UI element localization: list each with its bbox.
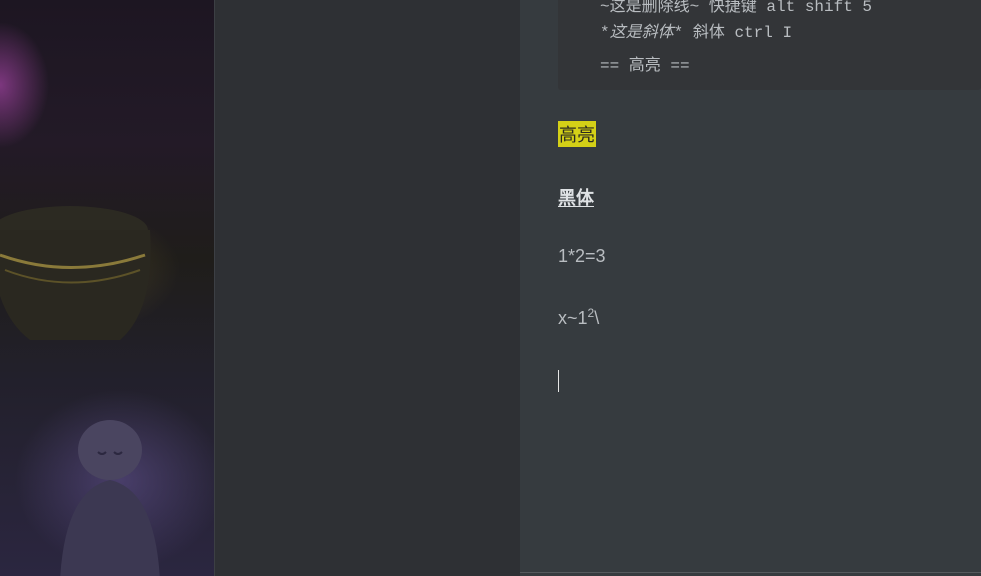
superscript-line: x~12\ [558,306,600,329]
italic-marker-open: * [600,24,610,42]
trailing-backslash: \ [594,308,600,328]
subscript-text: x~1 [558,308,588,328]
text-cursor [558,370,559,392]
side-panel [215,0,520,576]
superscript-text: 2 [587,306,595,320]
italic-marker-close: * [673,24,684,42]
code-line-italic: *这是斜体* 斜体 ctrl I [600,18,792,42]
bold-text: 黑体 [558,188,594,208]
editor-bottom-border [520,572,981,573]
italic-sample: 这是斜体 [609,24,674,42]
code-line-strikethrough: ~这是删除线~ 快捷键 alt shift 5 [600,0,873,16]
wallpaper-statue-shape [60,420,160,576]
wallpaper-urn-shape [0,206,151,340]
desktop-wallpaper [0,0,215,576]
code-line-highlight: == 高亮 == [600,57,690,75]
code-block[interactable]: ~这是删除线~ 快捷键 alt shift 5 *这是斜体* 斜体 ctrl I… [558,0,981,90]
math-text: 1*2=3 [558,246,606,266]
italic-shortcut: 斜体 ctrl I [683,24,793,42]
highlight-text: 高亮 [558,121,596,147]
